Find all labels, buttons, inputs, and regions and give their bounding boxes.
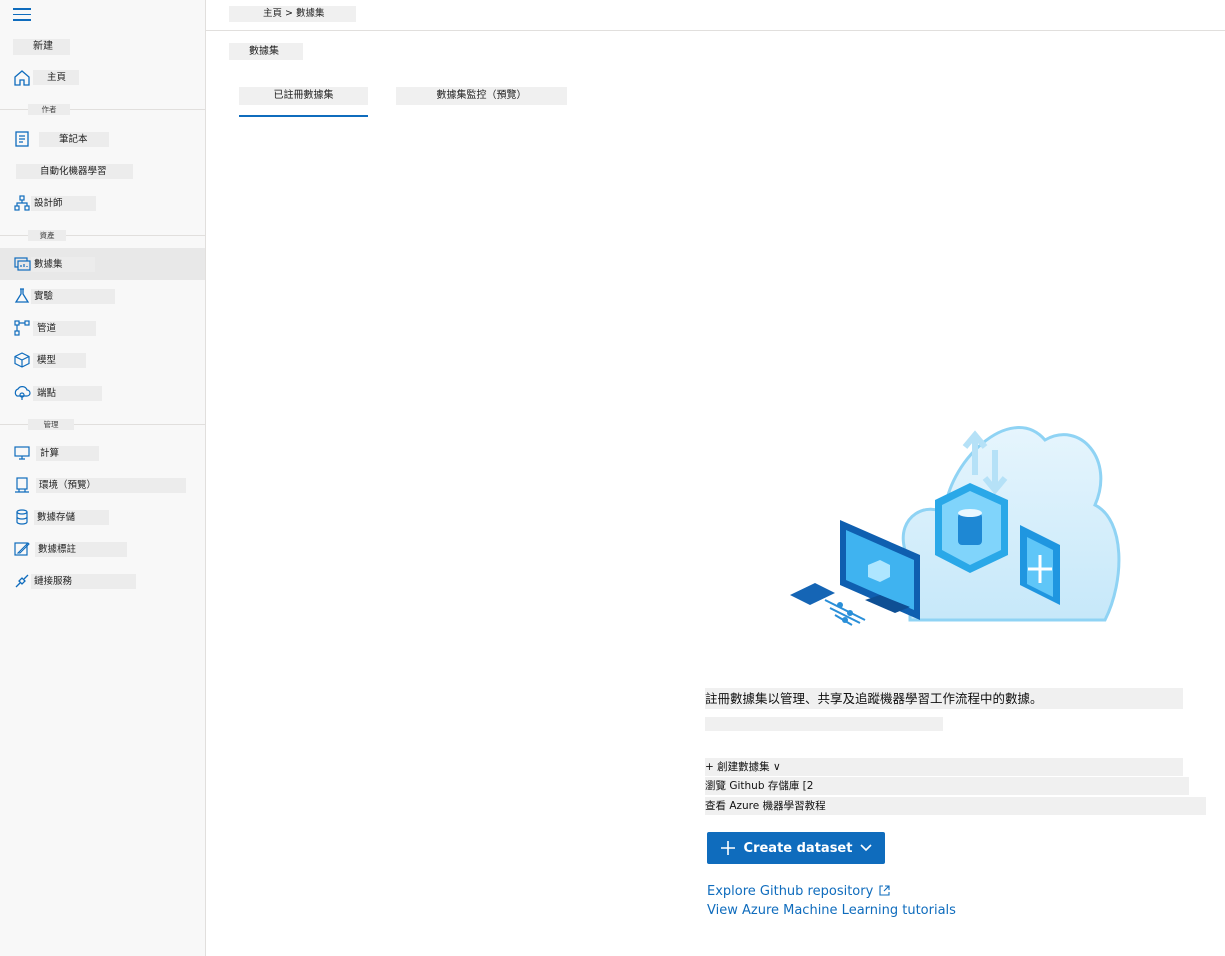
sidebar-item-label: 數據標註 — [35, 542, 127, 557]
tab-registered-datasets[interactable]: 已註冊數據集 — [239, 87, 368, 105]
explore-github-label: Explore Github repository — [707, 884, 874, 899]
section-title-author: 作者 — [28, 104, 70, 115]
sidebar-item-environments[interactable]: 環境（預覽） — [0, 469, 205, 501]
sidebar-item-label: 數據集 — [31, 257, 95, 272]
sidebar-item-label: 端點 — [33, 386, 102, 401]
sidebar-item-datasets[interactable]: 數據集 — [0, 248, 205, 280]
designer-icon — [14, 195, 30, 211]
environment-icon — [15, 477, 29, 493]
section-title-assets: 資產 — [28, 230, 66, 241]
flask-icon — [14, 288, 30, 303]
home-icon — [14, 70, 30, 86]
sidebar-item-pipelines[interactable]: 管道 — [0, 312, 205, 344]
edit-icon — [14, 542, 30, 556]
sidebar-item-data-labeling[interactable]: 數據標註 — [0, 533, 205, 565]
dataset-illustration — [790, 426, 1121, 626]
tutorials-text[interactable]: 查看 Azure 機器學習教程 — [705, 797, 1206, 815]
sidebar-item-label: 環境（預覽） — [36, 478, 186, 493]
view-tutorials-link[interactable]: View Azure Machine Learning tutorials — [707, 902, 956, 920]
page-title: 數據集 — [229, 43, 303, 60]
breadcrumb[interactable]: 主頁 > 數據集 — [229, 6, 356, 22]
monitor-icon — [14, 446, 30, 460]
sidebar-item-compute[interactable]: 計算 — [0, 437, 205, 469]
sidebar-item-notebooks[interactable]: 筆記本 — [0, 123, 205, 155]
external-link-icon — [879, 885, 890, 896]
pipeline-icon — [14, 320, 30, 336]
sidebar-item-endpoints[interactable]: 端點 — [0, 377, 205, 409]
github-repository-text[interactable]: 瀏覽 Github 存儲庫 [2 — [705, 777, 1189, 795]
sidebar-item-datastores[interactable]: 數據存儲 — [0, 501, 205, 533]
sidebar-item-label: 自動化機器學習 — [16, 164, 133, 179]
sidebar-item-models[interactable]: 模型 — [0, 344, 205, 376]
tab-selected-indicator — [239, 115, 368, 117]
sidebar-item-label: 實驗 — [31, 289, 115, 304]
notebook-icon — [15, 131, 29, 147]
sidebar-item-label: 筆記本 — [39, 132, 109, 147]
new-button[interactable]: 新建 — [13, 39, 70, 55]
cube-icon — [14, 352, 30, 368]
empty-state-subdescription — [705, 717, 943, 731]
sidebar-item-label: 數據存儲 — [34, 510, 109, 525]
endpoint-icon — [14, 386, 31, 400]
create-dataset-label: Create dataset — [743, 840, 853, 856]
explore-github-link[interactable]: Explore Github repository — [707, 883, 890, 901]
sidebar-item-experiments[interactable]: 實驗 — [0, 280, 205, 312]
left-nav: 新建 主頁 作者 筆記本 自動化機器學習 設計師 資產 數據集 實驗 管道 模型… — [0, 0, 206, 956]
sidebar-item-label: 設計師 — [31, 196, 96, 211]
empty-state-description: 註冊數據集以管理、共享及追蹤機器學習工作流程中的數據。 — [705, 688, 1183, 709]
chevron-down-icon — [860, 844, 873, 852]
sidebar-item-linked-services[interactable]: 鏈接服務 — [0, 565, 205, 597]
sidebar-item-label: 模型 — [33, 353, 86, 368]
hamburger-icon[interactable] — [13, 8, 31, 22]
sidebar-item-home[interactable]: 主頁 — [0, 62, 205, 94]
sidebar-item-label: 主頁 — [33, 70, 79, 85]
dataset-icon — [14, 257, 31, 271]
database-icon — [16, 509, 28, 525]
section-title-manage: 管理 — [28, 419, 74, 430]
header-divider — [206, 30, 1225, 31]
sidebar-item-label: 鏈接服務 — [31, 574, 136, 589]
plus-icon — [720, 841, 735, 855]
create-dataset-menu-text[interactable]: + 創建數據集 ∨ — [705, 758, 1183, 776]
create-dataset-button[interactable]: Create dataset — [707, 832, 885, 864]
sidebar-item-label: 計算 — [36, 446, 99, 461]
sidebar-item-automl[interactable]: 自動化機器學習 — [0, 155, 205, 187]
sidebar-item-designer[interactable]: 設計師 — [0, 187, 205, 219]
sidebar-item-label: 管道 — [33, 321, 96, 336]
link-icon — [15, 574, 29, 588]
tab-dataset-monitors[interactable]: 數據集監控（預覽） — [396, 87, 567, 105]
